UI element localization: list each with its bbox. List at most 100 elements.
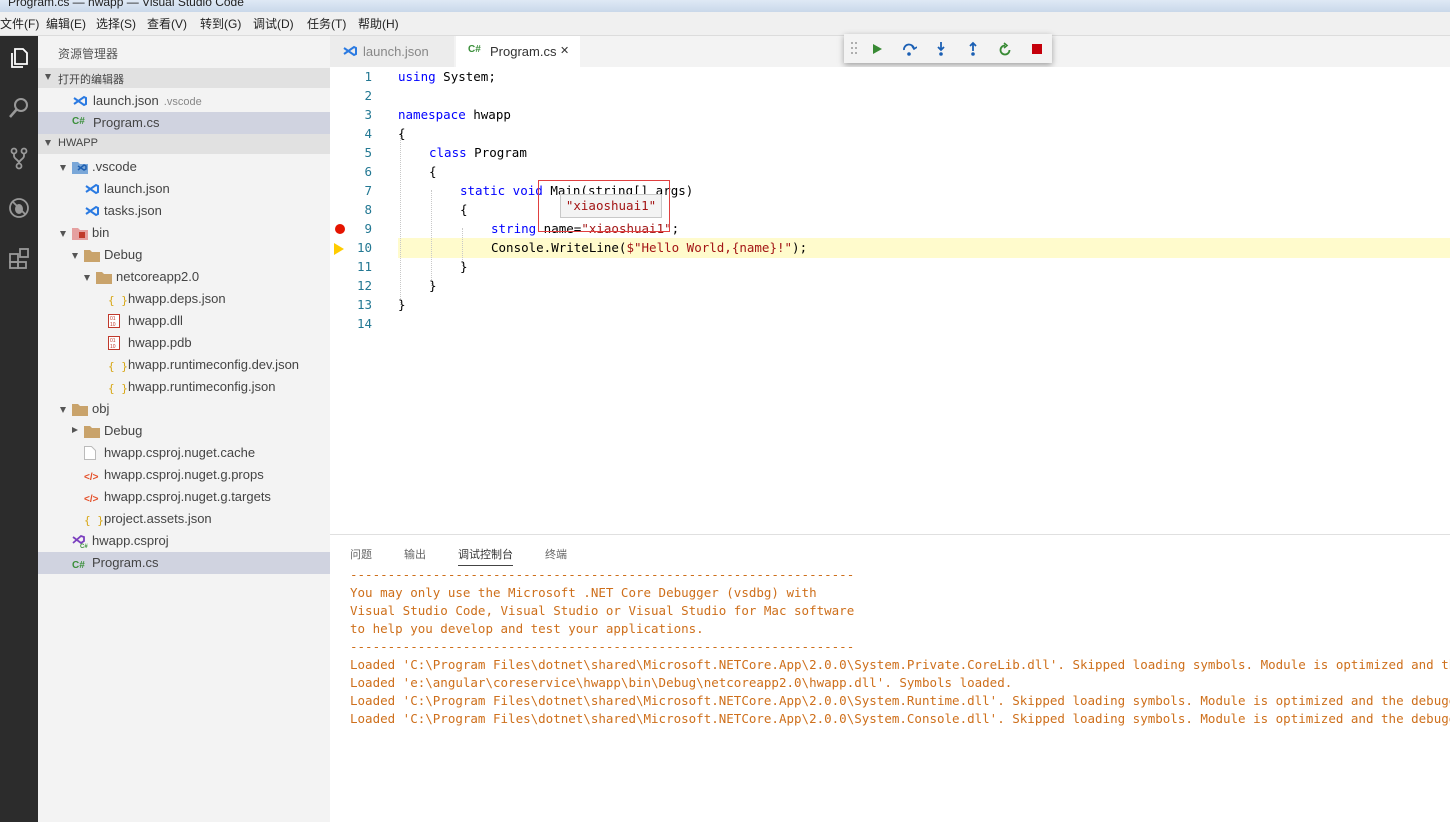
folder-icon xyxy=(96,270,112,284)
chevron-down-icon[interactable] xyxy=(60,165,66,171)
tab-terminal[interactable]: 终端 xyxy=(545,546,567,562)
chevron-down-icon[interactable] xyxy=(60,407,66,413)
line-number: 13 xyxy=(356,297,372,312)
tree-item[interactable]: 01 10 hwapp.dll xyxy=(38,310,330,332)
tree-item-label: hwapp.csproj.nuget.g.targets xyxy=(104,489,271,504)
tree-item[interactable]: </> hwapp.csproj.nuget.g.props xyxy=(38,464,330,486)
tree-item[interactable]: </> hwapp.csproj.nuget.g.targets xyxy=(38,486,330,508)
tree-item[interactable]: Debug xyxy=(38,244,330,266)
console-line: You may only use the Microsoft .NET Core… xyxy=(350,585,817,600)
drag-handle-icon[interactable] xyxy=(850,41,858,58)
tree-item[interactable]: netcoreapp2.0 xyxy=(38,266,330,288)
menu-selection[interactable]: 选择(S) xyxy=(96,15,136,32)
tree-item[interactable]: { } hwapp.runtimeconfig.dev.json xyxy=(38,354,330,376)
line-number: 12 xyxy=(356,278,372,293)
line-number: 14 xyxy=(356,316,372,331)
activity-bar xyxy=(0,36,38,822)
chevron-down-icon[interactable] xyxy=(84,275,90,281)
open-editor-name: Program.cs xyxy=(93,115,160,130)
code-editor[interactable]: 1 2 3 4 5 6 7 8 9 10 11 12 13 14 using System; namesp… xyxy=(330,67,1450,534)
title-bar: Program.cs — hwapp — Visual Studio Code xyxy=(0,0,1450,12)
tree-item-label: hwapp.csproj xyxy=(92,533,169,548)
bottom-panel: 问题 输出 调试控制台 终端 -------------------------… xyxy=(330,534,1450,823)
tree-item-label: hwapp.csproj.nuget.cache xyxy=(104,445,256,460)
open-editor-item[interactable]: launch.json .vscode xyxy=(38,90,330,112)
close-icon[interactable]: ✕ xyxy=(560,44,569,57)
json-file-icon: { } xyxy=(84,514,104,527)
chevron-right-icon[interactable] xyxy=(72,427,78,433)
source-control-icon[interactable] xyxy=(3,142,35,174)
tree-item[interactable]: { } project.assets.json xyxy=(38,508,330,530)
tree-item[interactable]: tasks.json xyxy=(38,200,330,222)
tree-item-label: Program.cs xyxy=(92,555,159,570)
restart-icon[interactable] xyxy=(997,41,1013,57)
indent-guide xyxy=(431,190,432,286)
step-into-icon[interactable] xyxy=(933,41,949,57)
chevron-down-icon[interactable] xyxy=(72,253,78,259)
console-line: ----------------------------------------… xyxy=(350,567,855,582)
tab-debug-console[interactable]: 调试控制台 xyxy=(458,546,513,566)
open-editor-item[interactable]: C# Program.cs xyxy=(38,112,330,134)
stop-icon[interactable] xyxy=(1029,41,1045,57)
console-line: Loaded 'e:\angular\coreservice\hwapp\bin… xyxy=(350,675,1013,690)
continue-icon[interactable] xyxy=(869,41,885,57)
tab-problems[interactable]: 问题 xyxy=(350,546,372,562)
tree-item[interactable]: C# Program.cs xyxy=(38,552,330,574)
code-line: { xyxy=(460,202,468,217)
tree-item[interactable]: launch.json xyxy=(38,178,330,200)
tree-item-label: hwapp.pdb xyxy=(128,335,192,350)
step-over-icon[interactable] xyxy=(901,41,917,57)
tree-item[interactable]: hwapp.csproj.nuget.cache xyxy=(38,442,330,464)
tab-launch-json[interactable]: launch.json xyxy=(330,36,454,67)
extensions-icon[interactable] xyxy=(3,242,35,274)
menu-help[interactable]: 帮助(H) xyxy=(358,15,399,32)
line-number: 1 xyxy=(364,69,372,84)
menu-go[interactable]: 转到(G) xyxy=(200,15,241,32)
tree-item[interactable]: obj xyxy=(38,398,330,420)
tree-item[interactable]: { } hwapp.runtimeconfig.json xyxy=(38,376,330,398)
bin-folder-icon xyxy=(72,226,88,240)
json-file-icon: { } xyxy=(108,382,128,395)
json-file-icon: { } xyxy=(108,360,128,373)
tree-item[interactable]: bin xyxy=(38,222,330,244)
tree-item-label: .vscode xyxy=(92,159,137,174)
line-number: 2 xyxy=(364,88,372,103)
csproj-file-icon: C# xyxy=(72,534,88,550)
csharp-file-icon: C# xyxy=(72,560,85,571)
tab-program-cs[interactable]: C# Program.cs ✕ xyxy=(456,36,580,67)
menu-tasks[interactable]: 任务(T) xyxy=(307,15,346,32)
step-out-icon[interactable] xyxy=(965,41,981,57)
code-line: } xyxy=(460,259,468,274)
xml-file-icon: </> xyxy=(84,494,99,505)
tab-output[interactable]: 输出 xyxy=(404,546,426,562)
code-line: Console.WriteLine($"Hello World,{name}!"… xyxy=(491,240,808,255)
tab-label: Program.cs xyxy=(490,44,557,59)
project-label: HWAPP xyxy=(58,137,98,149)
console-line: Loaded 'C:\Program Files\dotnet\shared\M… xyxy=(350,657,1450,672)
menu-view[interactable]: 查看(V) xyxy=(147,15,187,32)
tree-item[interactable]: { } hwapp.deps.json xyxy=(38,288,330,310)
search-icon[interactable] xyxy=(3,92,35,124)
json-file-icon: { } xyxy=(108,294,128,307)
tree-item-label: obj xyxy=(92,401,110,416)
chevron-down-icon xyxy=(45,140,51,146)
menu-debug[interactable]: 调试(D) xyxy=(253,15,294,32)
menu-file[interactable]: 文件(F) xyxy=(0,15,39,32)
debug-icon[interactable] xyxy=(3,192,35,224)
code-line: } xyxy=(429,278,437,293)
project-header[interactable]: HWAPP xyxy=(38,134,330,154)
tree-item-label: hwapp.runtimeconfig.dev.json xyxy=(128,357,300,372)
indent-guide xyxy=(400,133,401,305)
code-line: } xyxy=(398,297,406,312)
folder-icon xyxy=(72,402,88,416)
explorer-icon[interactable] xyxy=(3,42,35,74)
tree-item[interactable]: Debug xyxy=(38,420,330,442)
menu-edit[interactable]: 编辑(E) xyxy=(46,15,86,32)
binary-file-icon: 01 10 xyxy=(108,336,124,350)
chevron-down-icon[interactable] xyxy=(60,231,66,237)
open-editors-header[interactable]: 打开的编辑器 xyxy=(38,68,330,88)
tree-item-label: project.assets.json xyxy=(104,511,212,526)
tree-item[interactable]: C# hwapp.csproj xyxy=(38,530,330,552)
tree-item[interactable]: .vscode xyxy=(38,156,330,178)
tree-item[interactable]: 01 10 hwapp.pdb xyxy=(38,332,330,354)
